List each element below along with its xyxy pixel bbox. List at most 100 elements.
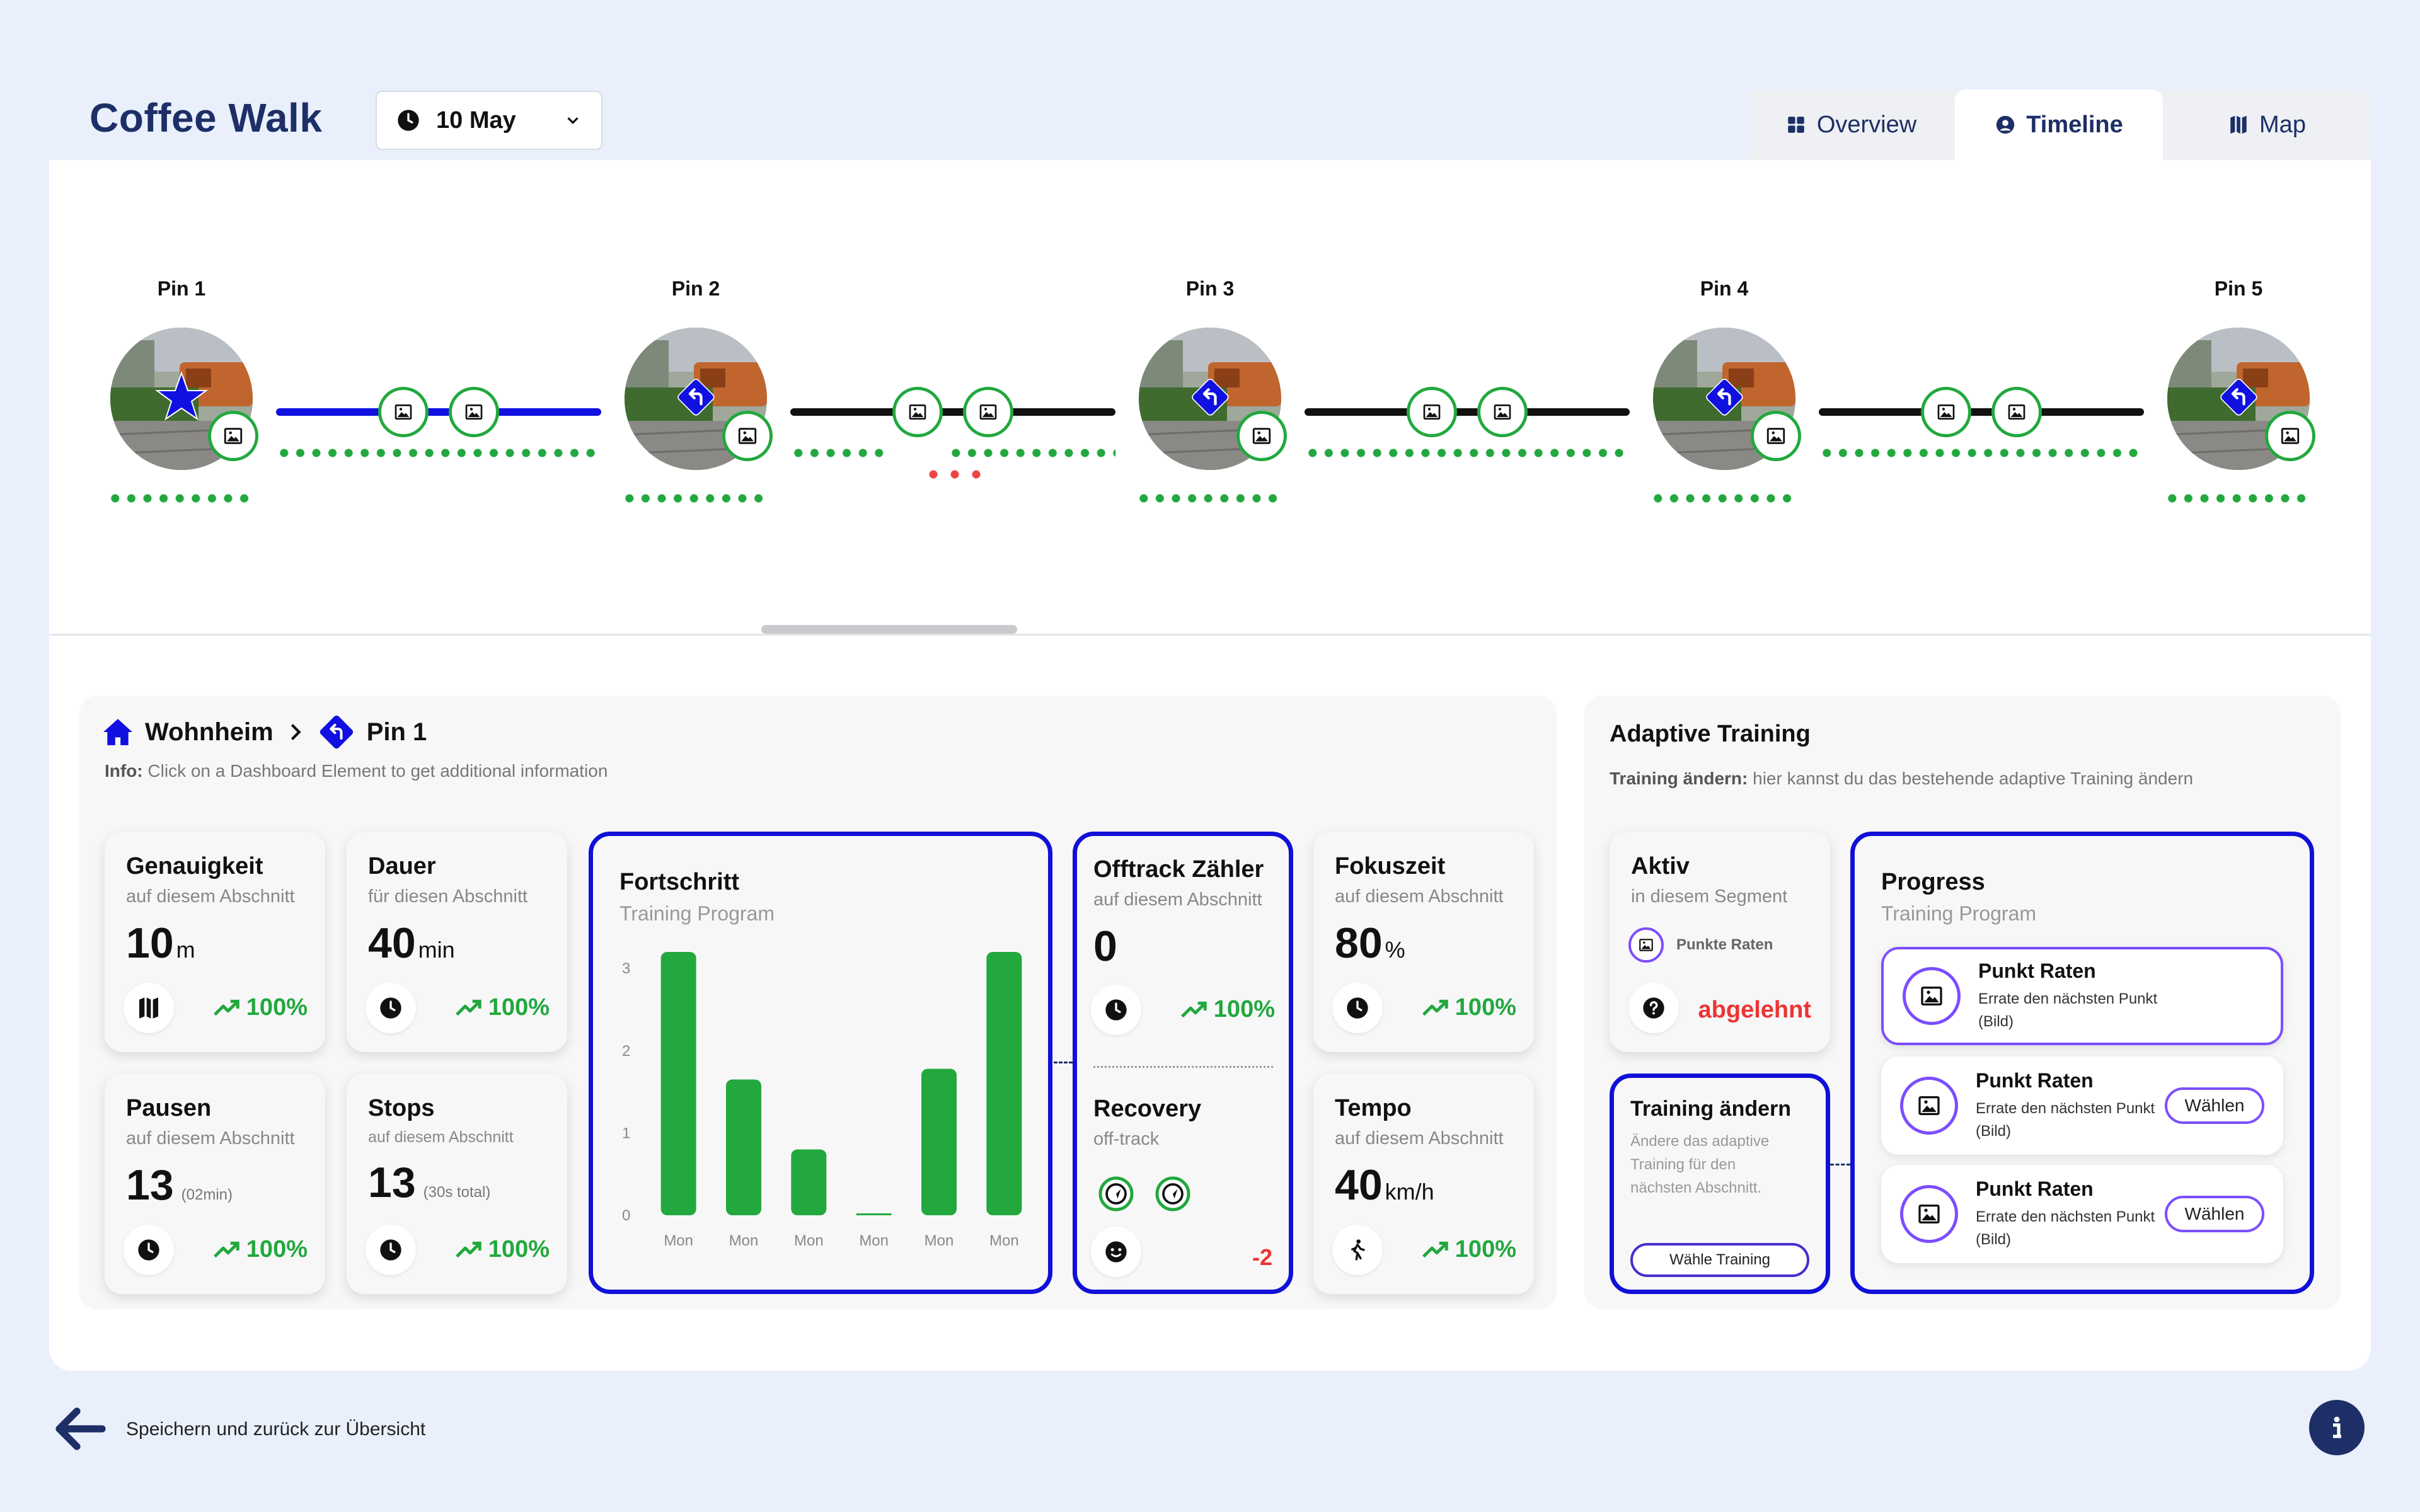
tab-overview[interactable]: Overview xyxy=(1747,89,1955,160)
help-icon xyxy=(1628,983,1679,1033)
segment-line[interactable] xyxy=(1819,408,2144,416)
segment-photo-node[interactable] xyxy=(378,387,429,437)
trending-up-icon xyxy=(212,993,241,1022)
trend-value: 100% xyxy=(488,1235,550,1263)
segment-photo-node[interactable] xyxy=(1477,387,1528,437)
breadcrumb-home[interactable]: Wohnheim xyxy=(145,718,274,747)
photo-badge[interactable] xyxy=(2265,411,2315,461)
photo-badge[interactable] xyxy=(722,411,773,461)
image-icon xyxy=(222,425,244,447)
stat-value: 0 xyxy=(1093,922,1117,970)
view-tabs: Overview Timeline Map xyxy=(1747,89,2371,160)
bar[interactable] xyxy=(921,1068,957,1215)
stat-fokuszeit[interactable]: Fokuszeit auf diesem Abschnitt 80% 100% xyxy=(1313,832,1534,1052)
info-button[interactable] xyxy=(2309,1400,2365,1455)
x-tick-label: Mon xyxy=(925,1232,954,1249)
aktiv-sub: in diesem Segment xyxy=(1631,886,1788,907)
chevron-right-icon xyxy=(291,724,301,740)
active-task-label: Punkte Raten xyxy=(1676,936,1773,953)
card-divider xyxy=(1093,1066,1273,1068)
image-icon xyxy=(1900,1077,1958,1135)
back-label[interactable]: Speichern und zurück zur Übersicht xyxy=(126,1419,425,1440)
aktiv-title: Aktiv xyxy=(1631,853,1690,879)
trending-up-icon xyxy=(454,993,483,1022)
home-icon xyxy=(103,719,132,745)
y-tick-label: 0 xyxy=(622,1207,630,1224)
timeline-scrollbar[interactable] xyxy=(761,625,1017,634)
stat-title: Genauigkeit xyxy=(126,853,263,879)
clock-icon xyxy=(124,1225,174,1275)
breadcrumb-current: Pin 1 xyxy=(366,718,427,746)
bar[interactable] xyxy=(791,1149,827,1216)
stat-tempo[interactable]: Tempo auf diesem Abschnitt 40 km/h 100% xyxy=(1313,1074,1534,1294)
bar[interactable] xyxy=(726,1079,761,1215)
bar[interactable] xyxy=(660,952,696,1215)
date-picker[interactable]: 10 May xyxy=(376,91,602,150)
task-option[interactable]: Punkt Raten Errate den nächsten Punkt (B… xyxy=(1881,1165,2283,1263)
stat-pausen[interactable]: Pausen auf diesem Abschnitt 13 (02min) 10… xyxy=(105,1074,325,1294)
stat-sub: auf diesem Abschnitt xyxy=(1093,890,1262,910)
stat-unit: m xyxy=(176,937,195,963)
grid-icon xyxy=(1788,117,1804,133)
segment-photo-node[interactable] xyxy=(1921,387,1971,437)
tab-map[interactable]: Map xyxy=(2163,89,2371,160)
back-arrow-icon[interactable] xyxy=(49,1399,110,1459)
stat-genauigkeit[interactable]: Genauigkeit auf diesem Abschnitt 10 m 100… xyxy=(105,832,325,1052)
progress-chart-card[interactable]: Fortschritt Training Program 0 1 2 3 Mon Mon M… xyxy=(589,832,1052,1294)
trend-value: 100% xyxy=(1455,994,1516,1021)
progress-dots xyxy=(2164,494,2309,503)
adaptive-title: Adaptive Training xyxy=(1610,721,1811,747)
task-option[interactable]: Punkt Raten Errate den nächsten Punkt (B… xyxy=(1881,947,2283,1045)
tab-timeline[interactable]: Timeline xyxy=(1955,89,2163,160)
stat-sub: auf diesem Abschnitt xyxy=(1335,886,1504,907)
x-tick-label: Mon xyxy=(664,1232,693,1249)
segment-photo-node[interactable] xyxy=(1407,387,1457,437)
image-icon xyxy=(1900,1185,1958,1243)
segment-photo-node[interactable] xyxy=(963,387,1013,437)
y-tick-label: 3 xyxy=(622,960,630,977)
task-option[interactable]: Punkt Raten Errate den nächsten Punkt (B… xyxy=(1881,1057,2283,1155)
stat-number: 40 xyxy=(1335,1161,1383,1209)
trend: 100% xyxy=(212,993,308,1022)
photo-badge[interactable] xyxy=(1236,411,1287,461)
trending-up-icon xyxy=(1421,1235,1450,1264)
aktiv-card[interactable]: Aktiv in diesem Segment Punkte Raten abg… xyxy=(1610,832,1830,1052)
stat-dauer[interactable]: Dauer für diesen Abschnitt 40 min 100% xyxy=(347,832,567,1052)
stat-number: 10 xyxy=(126,919,174,967)
segment-photo-node[interactable] xyxy=(892,387,943,437)
bar-chart: 0 1 2 3 Mon Mon Mon Mon Mon Mon xyxy=(622,952,1022,1249)
offtrack-recovery-card[interactable]: Offtrack Zähler auf diesem Abschnitt 0 1… xyxy=(1073,832,1293,1294)
segment-photo-node[interactable] xyxy=(1991,387,2042,437)
smiley-icon xyxy=(1091,1227,1141,1277)
progress-dots xyxy=(1305,449,1630,457)
segment-line[interactable] xyxy=(276,408,601,416)
image-icon xyxy=(1765,425,1787,447)
tab-overview-label: Overview xyxy=(1816,111,1917,138)
image-icon xyxy=(2279,425,2301,447)
progress-dots xyxy=(621,494,766,503)
segment-photo-node[interactable] xyxy=(449,387,499,437)
stat-title: Pausen xyxy=(126,1095,212,1121)
stat-title: Dauer xyxy=(368,853,436,879)
trend: 100% xyxy=(454,1235,550,1264)
bar[interactable] xyxy=(986,952,1022,1215)
training-aendern-card[interactable]: Training ändern Ändere das adaptive Trai… xyxy=(1610,1074,1830,1294)
stat-sub: auf diesem Abschnitt xyxy=(368,1128,514,1146)
waehlen-button[interactable]: Wählen xyxy=(2165,1196,2264,1232)
photo-badge[interactable] xyxy=(1751,411,1801,461)
bar[interactable] xyxy=(856,1213,892,1215)
photo-badge[interactable] xyxy=(208,411,258,461)
trend-value: 100% xyxy=(246,1235,308,1263)
stat-number: 80 xyxy=(1335,919,1383,967)
waehlen-button[interactable]: Wählen xyxy=(2165,1087,2264,1124)
clock-icon xyxy=(1332,983,1383,1033)
segment-line[interactable] xyxy=(790,408,1115,416)
stat-sub: auf diesem Abschnitt xyxy=(126,886,295,907)
choose-training-button[interactable]: Wähle Training xyxy=(1630,1243,1809,1277)
stat-stops[interactable]: Stops auf diesem Abschnitt 13 (30s total)… xyxy=(347,1074,567,1294)
image-icon xyxy=(737,425,758,447)
x-tick-label: Mon xyxy=(794,1232,824,1249)
segment-line[interactable] xyxy=(1305,408,1630,416)
image-icon xyxy=(464,402,484,422)
navigation-icon xyxy=(1154,1175,1192,1213)
